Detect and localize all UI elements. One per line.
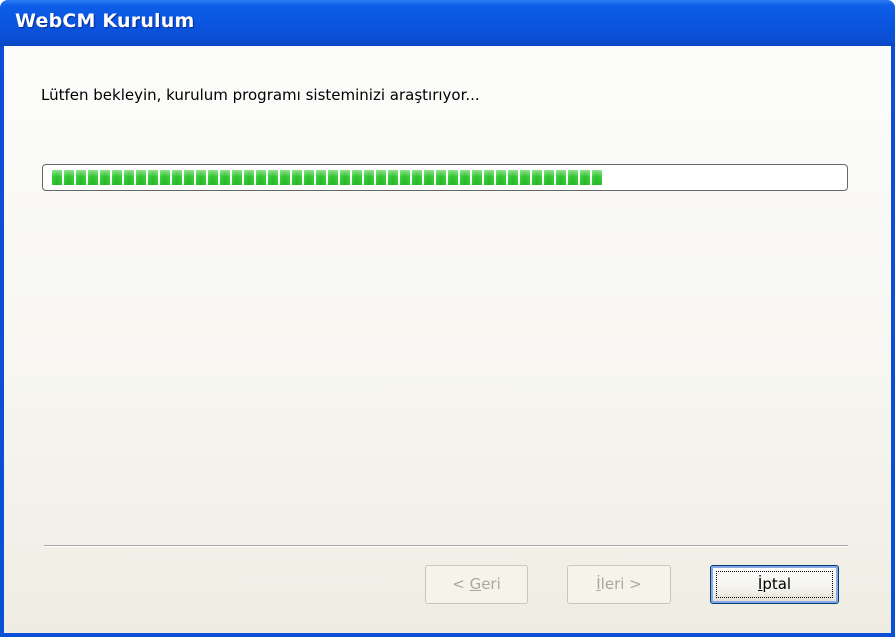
back-button[interactable]: < Geri (425, 565, 528, 604)
back-button-accel: G (469, 575, 482, 593)
cancel-button-rest: tal (771, 575, 792, 593)
cancel-button[interactable]: İptal (710, 565, 839, 604)
installer-window: WebCM Kurulum Lütfen bekleyin, kurulum p… (0, 0, 895, 637)
next-button[interactable]: İleri > (567, 565, 671, 604)
progress-fill (52, 170, 602, 185)
next-button-rest: leri > (600, 575, 642, 593)
status-message: Lütfen bekleyin, kurulum programı sistem… (41, 86, 480, 104)
cancel-button-mid: p (762, 575, 772, 593)
dialog-content: Lütfen bekleyin, kurulum programı sistem… (4, 46, 891, 633)
back-button-prefix: < (452, 575, 470, 593)
separator-line (44, 545, 848, 547)
window-title: WebCM Kurulum (15, 10, 195, 32)
title-bar[interactable]: WebCM Kurulum (0, 0, 895, 46)
progress-track (52, 170, 837, 185)
cancel-button-label: İptal (758, 575, 791, 593)
progress-bar (42, 164, 848, 191)
back-button-rest: eri (481, 575, 501, 593)
